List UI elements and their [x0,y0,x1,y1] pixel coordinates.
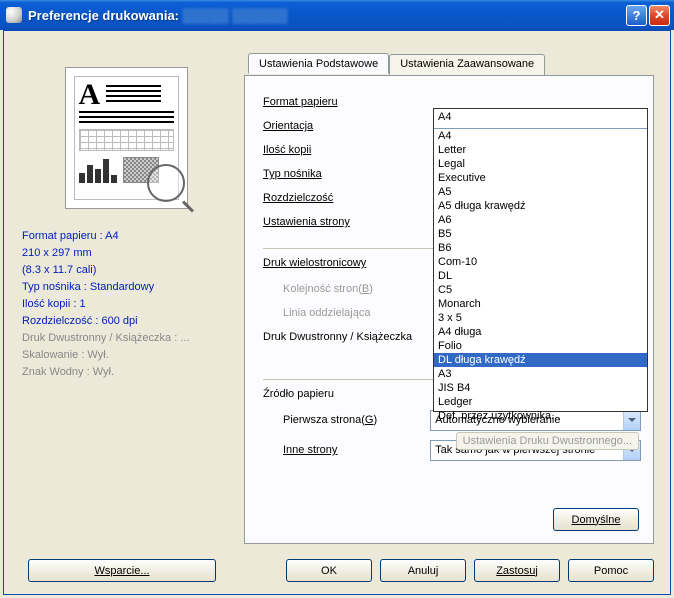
paper-format-option[interactable]: Def. przez użytkownika... [434,409,647,423]
help-button-bottom[interactable]: Pomoc [568,559,654,582]
info-paper: Format papieru : A4 [22,229,230,243]
paper-format-option[interactable]: A5 [434,185,647,199]
paper-format-option[interactable]: Folio [434,339,647,353]
paper-format-option[interactable]: JIS B4 [434,381,647,395]
label-resolution: Rozdzielczość [263,192,433,204]
left-panel: A Format papieru : A4 210 x 297 mm [22,67,230,382]
label-first-page: Pierwsza strona(G) [263,414,430,426]
info-duplex: Druk Dwustronny / Książeczka : ... [22,331,230,345]
paper-format-value: A4 [434,109,647,128]
paper-format-option[interactable]: Monarch [434,297,647,311]
info-scaling: Skalowanie : Wył. [22,348,230,362]
window-title: Preferencje drukowania: █████ ██████ [28,8,624,23]
close-button[interactable]: ✕ [649,5,670,26]
summary-info: Format papieru : A4 210 x 297 mm (8.3 x … [22,229,230,379]
titlebar: Preferencje drukowania: █████ ██████ ? ✕ [0,0,674,30]
info-watermark: Znak Wodny : Wył. [22,365,230,379]
paper-format-option[interactable]: B5 [434,227,647,241]
paper-format-option[interactable]: A5 długa krawędź [434,199,647,213]
paper-format-option[interactable]: C5 [434,283,647,297]
paper-format-option[interactable]: Com-10 [434,255,647,269]
label-orientation: Orientacja [263,120,433,132]
paper-format-option[interactable]: Ledger [434,395,647,409]
paper-format-option[interactable]: A6 [434,213,647,227]
tabs-area: Ustawienia Podstawowe Ustawienia Zaawans… [244,53,654,544]
dialog-body: A Format papieru : A4 210 x 297 mm [3,30,671,595]
tab-advanced[interactable]: Ustawienia Zaawansowane [389,54,545,75]
bottom-button-bar: Wsparcie... OK Anuluj Zastosuj Pomoc [20,559,654,582]
label-page-setup: Ustawienia strony [263,216,433,228]
support-button[interactable]: Wsparcie... [28,559,216,582]
help-button[interactable]: ? [626,5,647,26]
apply-button[interactable]: Zastosuj [474,559,560,582]
paper-format-option[interactable]: A4 [434,129,647,143]
duplex-settings-button: Ustawienia Druku Dwustronnego... [456,432,639,450]
info-media: Typ nośnika : Standardowy [22,280,230,294]
paper-format-option[interactable]: A4 długa [434,325,647,339]
paper-format-option[interactable]: Letter [434,143,647,157]
magnifier-icon [147,164,197,214]
paper-format-option[interactable]: DL [434,269,647,283]
info-dim-mm: 210 x 297 mm [22,246,230,260]
ok-button[interactable]: OK [286,559,372,582]
info-copies: Ilość kopii : 1 [22,297,230,311]
label-media-type: Typ nośnika [263,168,433,180]
info-dim-in: (8.3 x 11.7 cali) [22,263,230,277]
label-paper-format: Format papieru [263,96,433,108]
label-page-order: Kolejność stron(B) [263,283,433,295]
info-resolution: Rozdzielczość : 600 dpi [22,314,230,328]
tab-basic-body: Format papieru Orientacja Ilość kopii Ty… [244,75,654,544]
paper-format-option[interactable]: Executive [434,171,647,185]
paper-format-dropdown[interactable]: A4 A4LetterLegalExecutiveA5A5 długa kraw… [433,108,648,412]
paper-format-option[interactable]: A3 [434,367,647,381]
label-border-line: Linia oddzielająca [263,307,433,319]
label-copies: Ilość kopii [263,144,433,156]
paper-format-option[interactable]: B6 [434,241,647,255]
tab-basic[interactable]: Ustawienia Podstawowe [248,53,389,74]
paper-format-option[interactable]: DL długa krawędź [434,353,647,367]
paper-format-combo[interactable]: A4 [434,109,647,129]
page-preview: A [65,67,188,209]
label-other-pages: Inne strony [263,444,430,456]
cancel-button[interactable]: Anuluj [380,559,466,582]
paper-format-option[interactable]: Legal [434,157,647,171]
defaults-button[interactable]: Domyślne [553,508,639,531]
paper-format-option[interactable]: 3 x 5 [434,311,647,325]
printer-icon [6,7,22,23]
